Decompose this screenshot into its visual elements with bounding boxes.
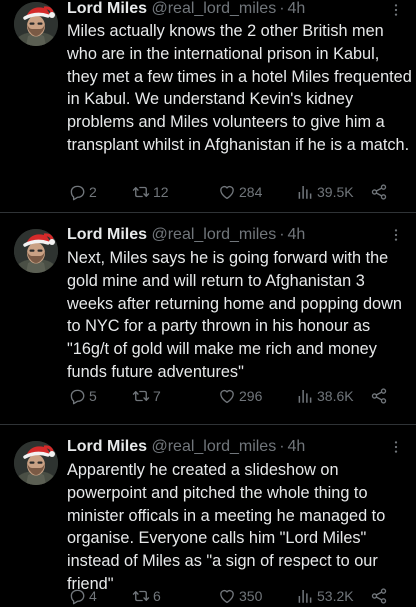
avatar[interactable]	[14, 441, 58, 485]
avatar-santa-hat-image	[14, 441, 58, 485]
display-name[interactable]: Lord Miles	[67, 0, 147, 17]
timestamp[interactable]: 4h	[288, 438, 306, 455]
separator-dot: ·	[279, 0, 285, 17]
separator-dot: ·	[279, 226, 285, 243]
views-icon	[296, 183, 314, 201]
like-button[interactable]: 296	[218, 385, 262, 407]
share-icon	[370, 387, 388, 405]
user-handle[interactable]: @real_lord_miles	[151, 226, 276, 243]
avatar-santa-hat-image	[14, 229, 58, 273]
tweet[interactable]: Lord Miles @real_lord_miles · 4h Next, Mil…	[0, 212, 416, 424]
user-handle[interactable]: @real_lord_miles	[151, 438, 276, 455]
more-options-icon[interactable]	[388, 2, 404, 18]
retweet-count: 12	[153, 184, 169, 200]
tweet-header: Lord Miles @real_lord_miles · 4h	[67, 0, 386, 19]
views-icon	[296, 387, 314, 405]
more-options-icon[interactable]	[388, 439, 404, 455]
reply-button[interactable]: 2	[68, 181, 97, 203]
reply-count: 5	[89, 388, 97, 404]
like-button[interactable]: 284	[218, 181, 262, 203]
like-count: 284	[239, 184, 263, 200]
display-name[interactable]: Lord Miles	[67, 438, 147, 455]
heart-icon	[218, 183, 236, 201]
tweet[interactable]: Lord Miles @real_lord_miles · 4h Apparentl…	[0, 424, 416, 604]
tweet-text: Miles actually knows the 2 other British…	[67, 22, 412, 154]
share-icon	[370, 183, 388, 201]
retweet-button[interactable]: 12	[132, 181, 169, 203]
like-count: 296	[239, 388, 263, 404]
heart-icon	[218, 387, 236, 405]
views-button[interactable]: 39.5K	[296, 181, 354, 203]
reply-icon	[68, 387, 86, 405]
tweet[interactable]: Lord Miles @real_lord_miles · 4h Miles act…	[0, 0, 416, 212]
tweet-text: Apparently he created a slideshow on pow…	[67, 461, 386, 593]
more-options-icon[interactable]	[388, 227, 404, 243]
retweet-count: 7	[153, 388, 161, 404]
views-icon	[296, 587, 314, 605]
reply-button[interactable]: 5	[68, 385, 97, 407]
reply-count: 2	[89, 184, 97, 200]
views-count: 39.5K	[317, 184, 354, 200]
retweet-icon	[132, 387, 150, 405]
tweet-header: Lord Miles @real_lord_miles · 4h	[67, 225, 386, 245]
reply-icon	[68, 587, 86, 605]
tweet-text: Next, Miles says he is going forward wit…	[67, 249, 402, 381]
avatar[interactable]	[14, 2, 58, 46]
share-button[interactable]	[370, 385, 388, 407]
avatar[interactable]	[14, 229, 58, 273]
tweet-actions: 2 12 284 39.5K	[68, 181, 398, 203]
share-button[interactable]	[370, 181, 388, 203]
timestamp[interactable]: 4h	[288, 226, 306, 243]
heart-icon	[218, 587, 236, 605]
user-handle[interactable]: @real_lord_miles	[151, 0, 276, 17]
avatar-santa-hat-image	[14, 2, 58, 46]
separator-dot: ·	[279, 438, 285, 455]
share-icon	[370, 587, 388, 605]
tweet-header: Lord Miles @real_lord_miles · 4h	[67, 437, 386, 457]
retweet-button[interactable]: 7	[132, 385, 161, 407]
tweet-actions: 5 7 296 38.6K	[68, 385, 398, 407]
views-button[interactable]: 38.6K	[296, 385, 354, 407]
retweet-icon	[132, 587, 150, 605]
views-count: 38.6K	[317, 388, 354, 404]
display-name[interactable]: Lord Miles	[67, 226, 147, 243]
retweet-icon	[132, 183, 150, 201]
timestamp[interactable]: 4h	[288, 0, 306, 17]
reply-icon	[68, 183, 86, 201]
